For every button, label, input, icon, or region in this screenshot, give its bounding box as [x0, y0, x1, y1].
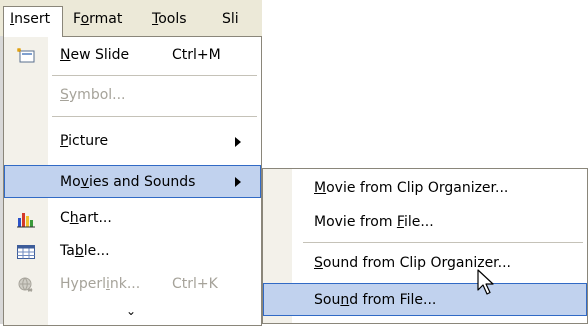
menu-item-label: Movie from Clip Organizer...: [314, 180, 509, 196]
menu-insert[interactable]: Insert: [3, 6, 63, 37]
menu-item-chart[interactable]: Chart...: [4, 202, 261, 235]
menu-item-picture[interactable]: Picture: [4, 125, 261, 158]
menu-separator: [303, 242, 583, 243]
submenu-arrow-icon: [235, 137, 241, 147]
menu-item-hyperlink[interactable]: Hyperlink... Ctrl+K: [4, 268, 261, 301]
menu-item-sound-from-file[interactable]: Sound from File...: [263, 283, 587, 316]
menu-item-table[interactable]: Table...: [4, 235, 261, 268]
label-part: nsert: [14, 11, 51, 27]
menu-item-movies-and-sounds[interactable]: Movies and Sounds: [4, 165, 261, 198]
menu-item-label: Chart...: [60, 210, 112, 226]
accel-key: o: [80, 11, 90, 27]
menu-item-label: Hyperlink...: [60, 276, 141, 292]
menu-item-label: Picture: [60, 133, 109, 149]
menu-separator: [52, 116, 257, 117]
shortcut-label: Ctrl+K: [172, 276, 218, 292]
menu-format[interactable]: Format: [67, 6, 128, 32]
menu-item-new-slide[interactable]: New Slide Ctrl+M: [4, 39, 261, 72]
menu-item-label: Table...: [60, 243, 110, 259]
label-part: ools: [158, 11, 187, 27]
menu-tools[interactable]: Tools: [146, 6, 193, 32]
chart-icon: [17, 213, 35, 228]
menu-item-label: Movie from File...: [314, 214, 434, 230]
table-icon: [17, 245, 35, 259]
menu-item-movie-from-file[interactable]: Movie from File...: [263, 206, 587, 239]
mouse-pointer-icon: [477, 269, 494, 295]
menu-item-sound-from-clip-organizer[interactable]: Sound from Clip Organizer...: [263, 247, 587, 280]
new-slide-icon: [17, 48, 35, 63]
label-part: Sli: [222, 11, 239, 27]
expand-menu-chevron-icon[interactable]: ⌄: [126, 305, 136, 317]
shortcut-label: Ctrl+M: [172, 47, 221, 63]
menu-item-label: New Slide: [60, 47, 130, 63]
movies-and-sounds-submenu: Movie from Clip Organizer... Movie from …: [262, 168, 588, 324]
menu-item-label: Movies and Sounds: [60, 174, 196, 190]
menu-item-label: Sound from File...: [314, 292, 437, 308]
label-part: F: [73, 11, 81, 27]
menu-bar: Insert Format Tools Sli: [0, 0, 262, 37]
submenu-arrow-icon: [235, 177, 241, 187]
menu-item-label: Symbol...: [60, 87, 126, 103]
menu-item-symbol[interactable]: Symbol...: [4, 79, 261, 112]
menu-slide-show[interactable]: Sli: [216, 6, 245, 32]
label-part: rmat: [89, 11, 123, 27]
hyperlink-icon: [18, 277, 33, 292]
menu-separator: [52, 75, 257, 76]
menu-item-movie-from-clip-organizer[interactable]: Movie from Clip Organizer...: [263, 172, 587, 205]
insert-menu: New Slide Ctrl+M Symbol... Picture Movie…: [3, 36, 262, 326]
